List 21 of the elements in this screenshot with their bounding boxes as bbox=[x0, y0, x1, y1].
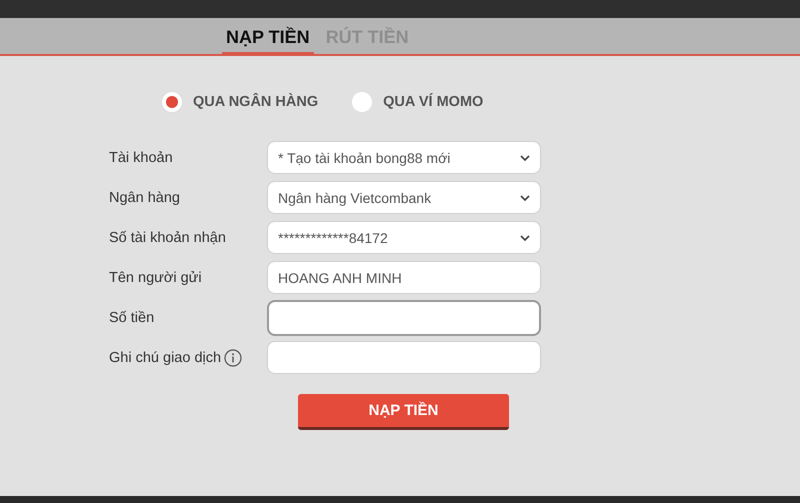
input-field[interactable] bbox=[267, 341, 541, 374]
chevron-down-icon bbox=[520, 234, 530, 240]
radio-button[interactable] bbox=[162, 92, 182, 112]
radio-button[interactable] bbox=[352, 92, 372, 112]
input-field[interactable] bbox=[267, 300, 541, 336]
field-label: Tài khoản bbox=[109, 150, 173, 166]
deposit-button[interactable]: NẠP TIỀN bbox=[298, 394, 509, 430]
radio-label[interactable]: QUA NGÂN HÀNG bbox=[193, 94, 318, 110]
field-label: Số tiền bbox=[109, 310, 154, 326]
dropdown-field[interactable]: Ngân hàng Vietcombank bbox=[267, 181, 541, 214]
field-label: Ngân hàng bbox=[109, 190, 180, 206]
info-icon[interactable] bbox=[224, 348, 242, 366]
field-label: Tên người gửi bbox=[109, 270, 202, 286]
radio-label[interactable]: QUA VÍ MOMO bbox=[383, 94, 484, 110]
chevron-down-icon bbox=[520, 194, 530, 200]
chevron-down-icon bbox=[520, 154, 530, 160]
dropdown-field[interactable]: *************84172 bbox=[267, 221, 541, 254]
field-label: Số tài khoản nhận bbox=[109, 230, 226, 246]
input-field[interactable]: HOANG ANH MINH bbox=[267, 261, 541, 294]
dropdown-field[interactable]: * Tạo tài khoản bong88 mới bbox=[267, 141, 541, 174]
field-label: Ghi chú giao dịch bbox=[109, 350, 222, 366]
